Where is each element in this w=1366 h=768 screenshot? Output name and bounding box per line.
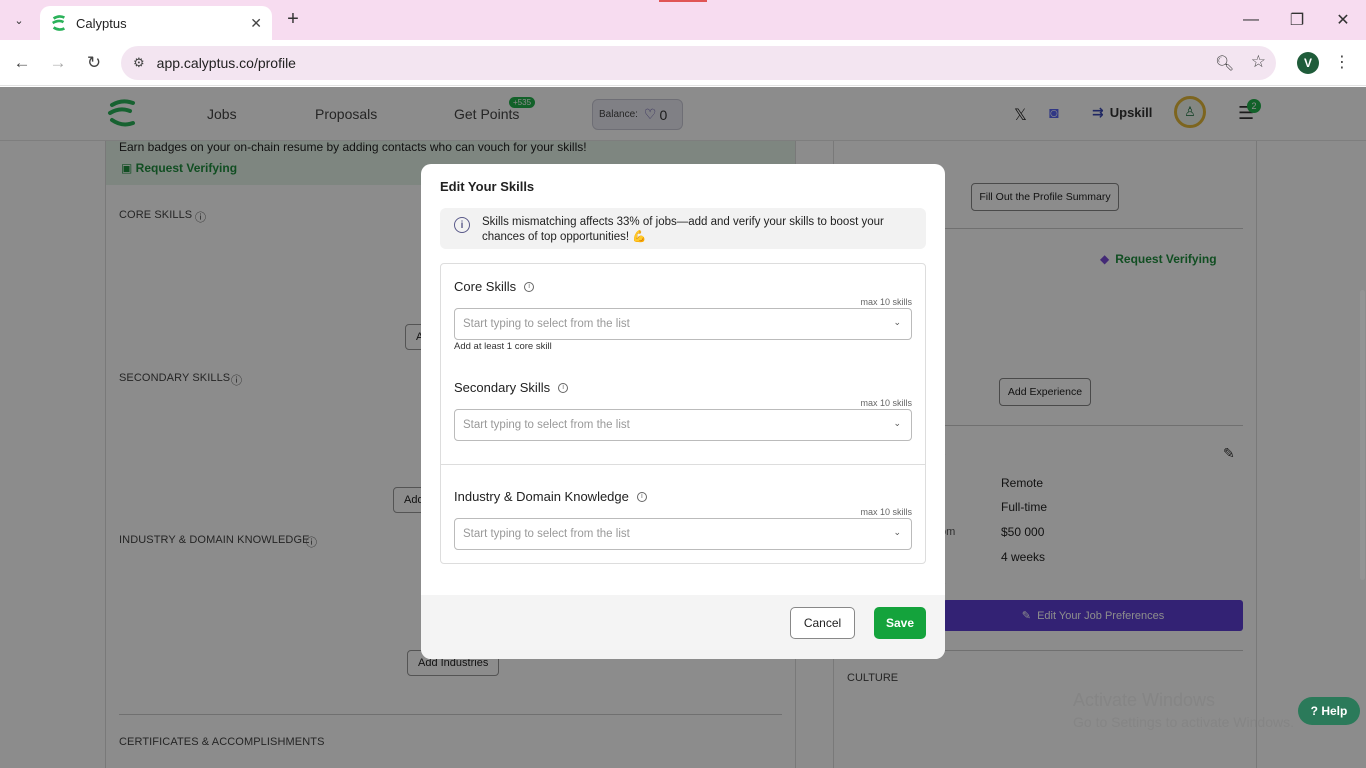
info-text: Skills mismatching affects 33% of jobs—a… <box>482 216 884 243</box>
secondary-skills-max: max 10 skills <box>860 398 912 408</box>
cancel-button[interactable]: Cancel <box>790 607 855 639</box>
secondary-skills-field-info-icon[interactable]: i <box>558 382 569 393</box>
recording-indicator <box>659 0 707 2</box>
industry-select[interactable]: Start typing to select from the list ⌄ <box>454 518 912 550</box>
modal-title: Edit Your Skills <box>440 179 535 194</box>
new-tab-plus-icon[interactable]: + <box>282 8 304 32</box>
industry-label-text: Industry & Domain Knowledge <box>454 489 629 504</box>
industry-placeholder: Start typing to select from the list <box>463 528 630 540</box>
industry-field-label: Industry & Domain Knowledge i <box>454 489 647 504</box>
secondary-skills-select[interactable]: Start typing to select from the list ⌄ <box>454 409 912 441</box>
address-bar[interactable]: ⚙ app.calyptus.co/profile 🔍︎ ☆ <box>121 46 1276 80</box>
browser-tab-bar: ⌄ Calyptus ✕ + — ❐ ✕ <box>0 0 1366 40</box>
windows-watermark-sub: Go to Settings to activate Windows. <box>1073 714 1294 730</box>
window-close-icon[interactable]: ✕ <box>1320 0 1366 40</box>
forward-icon[interactable]: → <box>44 49 72 77</box>
core-skills-field-label: Core Skills i <box>454 279 535 294</box>
windows-watermark-title: Activate Windows <box>1073 690 1216 710</box>
back-icon[interactable]: ← <box>8 49 36 77</box>
calyptus-favicon-icon <box>52 15 66 31</box>
bookmark-star-icon[interactable]: ☆ <box>1251 52 1266 72</box>
info-icon: i <box>454 217 470 233</box>
zoom-icon[interactable]: 🔍︎ <box>1215 54 1234 72</box>
profile-avatar[interactable]: V <box>1297 52 1319 74</box>
help-button[interactable]: ? Help <box>1298 697 1360 725</box>
browser-toolbar: ← → ↻ ⚙ app.calyptus.co/profile 🔍︎ ☆ V ⋮ <box>0 40 1366 86</box>
info-callout: i Skills mismatching affects 33% of jobs… <box>440 208 926 249</box>
modal-footer: Cancel Save <box>421 595 945 659</box>
tab-search-chevron-icon[interactable]: ⌄ <box>6 8 32 32</box>
page-scrollbar[interactable] <box>1360 290 1365 580</box>
restore-icon[interactable]: ❐ <box>1274 0 1320 40</box>
edit-skills-modal: Edit Your Skills i Skills mismatching af… <box>421 164 945 659</box>
core-skills-label-text: Core Skills <box>454 279 517 294</box>
core-skills-max: max 10 skills <box>860 297 912 307</box>
site-settings-icon[interactable]: ⚙ <box>133 55 145 71</box>
browser-tab[interactable]: Calyptus ✕ <box>40 6 272 40</box>
core-skills-hint: Add at least 1 core skill <box>454 341 552 352</box>
save-button[interactable]: Save <box>874 607 926 639</box>
core-skills-select[interactable]: Start typing to select from the list ⌄ <box>454 308 912 340</box>
minimize-icon[interactable]: — <box>1228 0 1274 40</box>
core-skills-placeholder: Start typing to select from the list <box>463 318 630 330</box>
chevron-down-icon: ⌄ <box>893 527 901 537</box>
chevron-down-icon: ⌄ <box>893 317 901 327</box>
url-text: app.calyptus.co/profile <box>156 55 296 71</box>
reload-icon[interactable]: ↻ <box>80 49 108 77</box>
tab-title: Calyptus <box>76 15 127 31</box>
chrome-menu-icon[interactable]: ⋮ <box>1334 52 1350 72</box>
help-label: Help <box>1321 704 1348 718</box>
core-skills-field-info-icon[interactable]: i <box>524 281 535 292</box>
fields-divider <box>441 464 925 465</box>
skills-fields-box: Core Skills i max 10 skills Start typing … <box>440 263 926 564</box>
industry-max: max 10 skills <box>860 507 912 517</box>
secondary-skills-label-text: Secondary Skills <box>454 380 551 395</box>
tab-close-icon[interactable]: ✕ <box>250 15 262 32</box>
secondary-skills-placeholder: Start typing to select from the list <box>463 419 630 431</box>
secondary-skills-field-label: Secondary Skills i <box>454 380 569 395</box>
industry-field-info-icon[interactable]: i <box>636 491 647 502</box>
chevron-down-icon: ⌄ <box>893 418 901 428</box>
